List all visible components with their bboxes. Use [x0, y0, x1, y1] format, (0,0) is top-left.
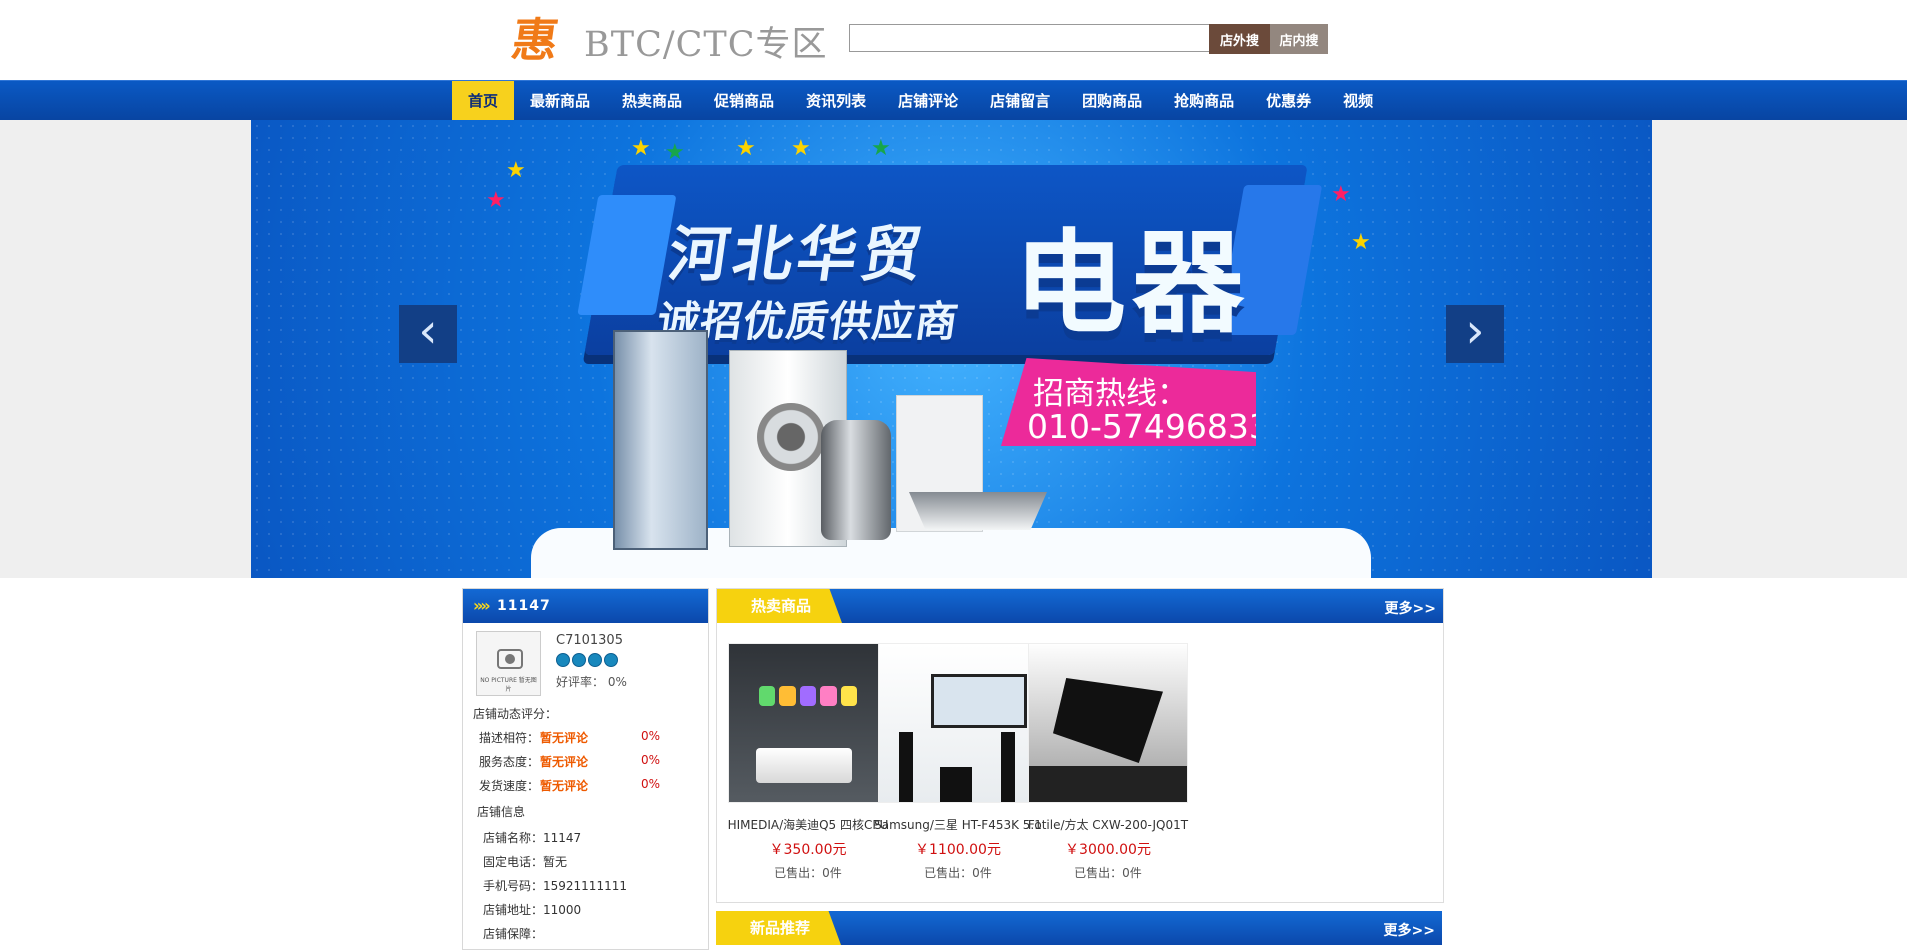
site-title: BTC/CTC专区	[584, 25, 828, 65]
search-form: 店外搜 店内搜	[849, 24, 1328, 54]
star-icon: ★	[1351, 230, 1371, 255]
star-icon: ★	[791, 136, 811, 161]
product-price: ￥3000.00元	[1065, 842, 1151, 858]
score-percent: 0%	[641, 777, 661, 791]
app-icons	[759, 686, 858, 706]
hot-products-title: 热卖商品	[717, 589, 842, 623]
thumbnail-caption: NO PICTURE 暂无图片	[480, 677, 537, 693]
home-theater-image[interactable]	[878, 643, 1038, 803]
site-header: 惠汇 BTC/CTC专区 店外搜 店内搜	[0, 0, 1907, 135]
rating-badge-icon	[604, 653, 618, 667]
star-icon: ★	[871, 136, 891, 161]
star-icon: ★	[1331, 182, 1351, 207]
promo-banner[interactable]: ★ ★ ★ ★ ★ ★ ★ ★ ★ 河北华贸 电器 诚招优质供应商 招商热线： …	[251, 120, 1652, 578]
search-input[interactable]	[849, 24, 1220, 52]
banner-next-button[interactable]: ›	[1446, 305, 1504, 363]
nav-item-hot-products[interactable]: 热卖商品	[606, 81, 698, 121]
speaker-icon	[1001, 732, 1015, 802]
nav-list: 首页 最新商品 热卖商品 促销商品 资讯列表 店铺评论 店铺留言 团购商品 抢购…	[452, 81, 1389, 121]
store-info-panel: »» 11147 NO PICTURE 暂无图片 C7101305 好评率： 0…	[462, 588, 709, 950]
search-inside-button[interactable]: 店内搜	[1270, 24, 1328, 54]
nav-item-new-products[interactable]: 最新商品	[514, 81, 606, 121]
tv-icon	[931, 674, 1027, 728]
hotline-badge: 招商热线： 010-57496833	[1001, 358, 1256, 446]
star-icon: ★	[486, 188, 506, 213]
site-logo[interactable]: 惠汇	[499, 6, 574, 135]
store-thumbnail: NO PICTURE 暂无图片	[476, 631, 541, 696]
score-label: 服务态度：	[479, 755, 540, 769]
banner-title-line-one: 河北华贸	[664, 220, 931, 290]
camera-icon	[497, 649, 523, 669]
stove-counter	[1029, 766, 1187, 802]
banner-title-large: 电器	[1014, 219, 1250, 349]
good-rate: 好评率： 0%	[556, 675, 627, 689]
score-label: 发货速度：	[479, 779, 540, 793]
range-hood-image	[909, 492, 1047, 530]
nav-item-store-messages[interactable]: 店铺留言	[974, 81, 1066, 121]
score-value: 暂无评论	[540, 755, 589, 769]
nav-item-flash-sale[interactable]: 抢购商品	[1158, 81, 1250, 121]
hotline-phone: 010-57496833	[1027, 407, 1270, 446]
store-id-title: 11147	[497, 598, 551, 614]
nav-item-group-buy[interactable]: 团购商品	[1066, 81, 1158, 121]
hot-products-more-link[interactable]: 更多>>	[1385, 598, 1436, 618]
logo-mark: 惠汇	[499, 13, 562, 135]
speaker-icon	[899, 732, 913, 802]
product-name[interactable]: Fotile/方太 CXW-200-JQ01T	[1017, 816, 1199, 833]
store-name: 店铺名称：11147	[483, 831, 582, 845]
product-sold-count: 已售出：0件	[1074, 866, 1142, 880]
score-value: 暂无评论	[540, 731, 589, 745]
washer-door-icon	[757, 403, 825, 471]
nav-item-video[interactable]: 视频	[1327, 81, 1389, 121]
star-icon: ★	[506, 158, 526, 183]
nav-item-news[interactable]: 资讯列表	[790, 81, 882, 121]
store-address: 店铺地址：11000	[483, 903, 582, 917]
banner-prev-button[interactable]: ‹	[399, 305, 457, 363]
double-chevron-icon: »»	[473, 596, 491, 615]
subwoofer-icon	[940, 767, 972, 802]
new-products-title: 新品推荐	[716, 911, 841, 945]
nav-item-coupons[interactable]: 优惠券	[1250, 81, 1327, 121]
nav-item-store-reviews[interactable]: 店铺评论	[882, 81, 974, 121]
star-icon: ★	[631, 136, 651, 161]
rating-badge-icon	[588, 653, 602, 667]
seller-name: C7101305	[556, 633, 623, 648]
star-icon: ★	[665, 140, 685, 165]
seller-rating-icons	[556, 653, 618, 667]
media-player-device	[756, 748, 852, 783]
score-value: 暂无评论	[540, 779, 589, 793]
nav-item-promotions[interactable]: 促销商品	[698, 81, 790, 121]
nav-item-home[interactable]: 首页	[452, 81, 515, 121]
rating-badge-icon	[556, 653, 570, 667]
new-products-header: 新品推荐 更多>>	[716, 911, 1442, 945]
search-outside-button[interactable]: 店外搜	[1209, 24, 1270, 54]
star-icon: ★	[736, 136, 756, 161]
kettle-image	[821, 420, 891, 540]
store-phone: 固定电话：暂无	[483, 855, 568, 869]
banner-title: 河北华贸 电器 诚招优质供应商	[634, 178, 1299, 349]
store-panel-header: »» 11147	[463, 589, 708, 623]
store-mobile: 手机号码：15921111111	[483, 879, 627, 893]
product-card[interactable]: Samsung/三星 HT-F453K 5.1 ￥1100.00元 已售出：0件	[867, 643, 1042, 880]
score-percent: 0%	[641, 753, 661, 767]
store-info-title: 店铺信息	[477, 805, 526, 819]
main-navigation: 首页 最新商品 热卖商品 促销商品 资讯列表 店铺评论 店铺留言 团购商品 抢购…	[0, 80, 1907, 122]
range-hood-icon	[1053, 678, 1163, 763]
score-percent: 0%	[641, 729, 661, 743]
dynamic-score-title: 店铺动态评分：	[473, 707, 558, 721]
store-guarantee: 店铺保障：	[483, 927, 544, 941]
range-hood-product-image[interactable]	[1028, 643, 1188, 803]
fridge-image	[613, 330, 708, 550]
media-player-image[interactable]	[728, 643, 888, 803]
hot-products-panel: 热卖商品 更多>> HIMEDIA/海美迪Q5 四核CPU ￥350.00元 已…	[716, 588, 1444, 903]
product-card[interactable]: HIMEDIA/海美迪Q5 四核CPU ￥350.00元 已售出：0件	[717, 643, 889, 880]
new-products-more-link[interactable]: 更多>>	[1384, 920, 1435, 940]
product-card[interactable]: Fotile/方太 CXW-200-JQ01T ￥3000.00元 已售出：0件	[1017, 643, 1189, 880]
hot-products-header: 热卖商品 更多>>	[717, 589, 1443, 623]
score-label: 描述相符：	[479, 731, 540, 745]
rating-badge-icon	[572, 653, 586, 667]
